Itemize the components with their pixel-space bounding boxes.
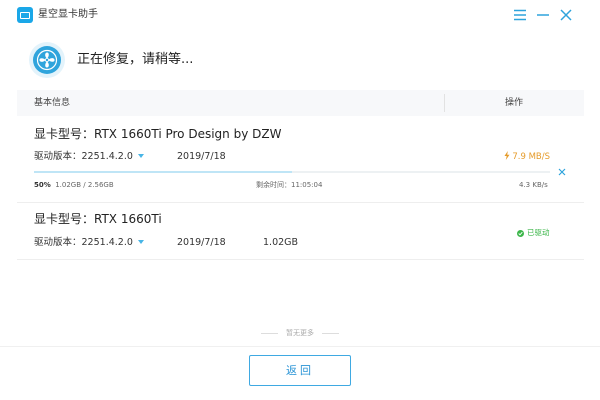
chevron-down-icon[interactable] [137, 153, 144, 158]
driver-status-text: 已驱动 [527, 228, 550, 237]
app-title: 星空显卡助手 [38, 9, 98, 20]
download-speed-value: 7.9 MB/S [512, 152, 550, 162]
footer-divider [0, 346, 600, 347]
check-circle-icon [517, 229, 524, 237]
lightning-icon [504, 151, 510, 160]
title-bar: 星空显卡助手 [0, 0, 600, 30]
column-basic-info: 基本信息 [34, 98, 71, 108]
download-progress-bar [34, 171, 550, 173]
driver-version-value: 2251.4.2.0 [81, 237, 133, 248]
gpu-model: 显卡型号：RTX 1660Ti Pro Design by DZW [34, 127, 282, 141]
gpu-model: 显卡型号：RTX 1660Ti [34, 212, 162, 226]
driver-date: 2019/7/18 [177, 151, 226, 162]
repair-status-title: 正在修复，请稍等... [77, 52, 194, 67]
downloaded-size: 1.02GB / 2.56GB [55, 181, 114, 189]
progress-info: 50% 1.02GB / 2.56GB [34, 180, 114, 190]
driver-version: 驱动版本：2251.4.2.0 [34, 150, 144, 163]
driver-row: 显卡型号：RTX 1660Ti 驱动版本：2251.4.2.0 2019/7/1… [17, 203, 584, 260]
download-progress-fill [34, 171, 292, 173]
driver-version-value: 2251.4.2.0 [81, 151, 133, 162]
back-button[interactable]: 返回 [249, 355, 351, 386]
remaining-time: 剩余时间：11:05:04 [256, 181, 323, 189]
list-end-text: 暂无更多 [286, 329, 314, 337]
driver-size: 1.02GB [263, 237, 299, 248]
close-icon[interactable] [557, 6, 575, 24]
progress-percent: 50% [34, 181, 51, 189]
driver-date: 2019/7/18 [177, 237, 226, 248]
list-end-indicator: 暂无更多 [0, 327, 600, 339]
cancel-download-icon[interactable] [556, 166, 568, 178]
divider [261, 332, 278, 334]
column-action: 操作 [505, 98, 524, 108]
driver-version-label: 驱动版本： [34, 151, 82, 162]
driver-row: 显卡型号：RTX 1660Ti Pro Design by DZW 驱动版本：2… [17, 116, 584, 203]
menu-icon[interactable] [511, 6, 529, 24]
download-speed: 7.9 MB/S [504, 151, 550, 163]
driver-version-label: 驱动版本： [34, 237, 82, 248]
table-header: 基本信息 操作 [17, 90, 584, 116]
divider [322, 332, 339, 334]
column-divider [444, 94, 445, 112]
current-speed: 4.3 KB/s [519, 181, 548, 189]
minimize-icon[interactable] [534, 6, 552, 24]
fan-icon [29, 42, 65, 78]
chevron-down-icon[interactable] [137, 239, 144, 244]
driver-version: 驱动版本：2251.4.2.0 [34, 236, 144, 249]
driver-status: 已驱动 [517, 228, 550, 238]
monitor-icon [17, 7, 33, 23]
